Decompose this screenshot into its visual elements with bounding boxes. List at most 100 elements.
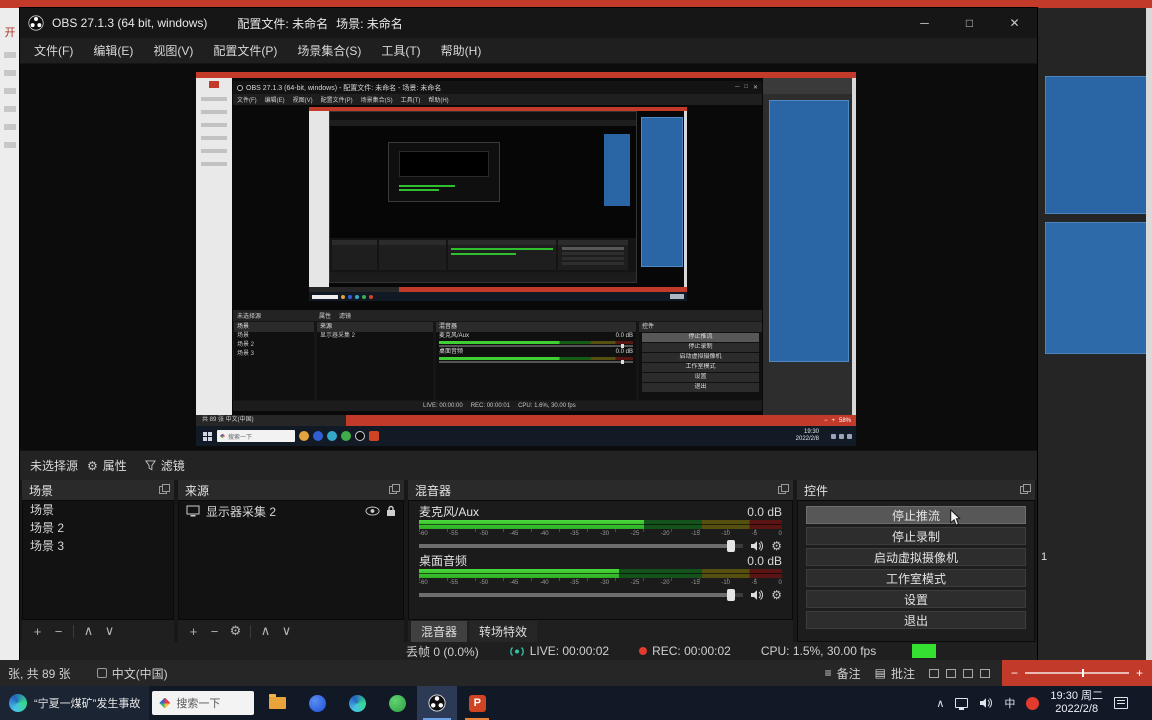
- mini-exit-button: 退出: [642, 383, 759, 392]
- slideshow-icon[interactable]: [980, 668, 990, 678]
- mic-settings-gear-icon[interactable]: ⚙: [771, 539, 782, 553]
- taskbar-search-box[interactable]: 搜索一下: [152, 691, 255, 715]
- menu-file[interactable]: 文件(F): [24, 42, 83, 59]
- source-down-button[interactable]: ∨: [276, 623, 297, 639]
- source-row[interactable]: 显示器采集 2: [179, 501, 403, 521]
- scene-down-button[interactable]: ∨: [99, 623, 120, 639]
- popout-icon[interactable]: [1020, 484, 1031, 494]
- db-scale: -60 -55 -50 -45 -40 -35 -30 -25 -20 -15 -10 -5 0: [419, 578, 782, 587]
- scene-row[interactable]: 场景 3: [23, 537, 173, 555]
- network-icon[interactable]: [955, 698, 969, 710]
- mini-statusbar: LIVE: 00:00:00 REC: 00:00:01 CPU: 1.6%, …: [233, 401, 762, 411]
- scenes-header[interactable]: 场景: [22, 480, 174, 500]
- visibility-eye-icon[interactable]: [365, 506, 380, 516]
- menu-scene-collection[interactable]: 场景集合(S): [287, 42, 371, 59]
- file-explorer-button[interactable]: [257, 686, 297, 720]
- scene-row[interactable]: 场景: [23, 501, 173, 519]
- sources-header[interactable]: 来源: [178, 480, 404, 500]
- red-tray-app-icon[interactable]: [1026, 696, 1040, 710]
- mic-volume-slider[interactable]: [419, 540, 744, 552]
- maximize-button[interactable]: □: [947, 8, 992, 38]
- remove-source-button[interactable]: −: [204, 624, 225, 639]
- mini-clock: 19:30 2022/2/8: [796, 429, 819, 443]
- menu-profile[interactable]: 配置文件(P): [203, 42, 287, 59]
- slide-thumbnail[interactable]: [1045, 76, 1147, 214]
- accessibility-icon: [96, 668, 107, 678]
- decoration: [4, 124, 16, 130]
- settings-button[interactable]: 设置: [806, 590, 1026, 608]
- speaker-icon[interactable]: [750, 540, 764, 552]
- studio-mode-button[interactable]: 工作室模式: [806, 569, 1026, 587]
- mini-menu-item: 工具(T): [400, 98, 421, 104]
- zoom-slider-handle[interactable]: [1082, 669, 1085, 677]
- language-indicator[interactable]: 中文(中国): [96, 665, 168, 682]
- mini-search-icon: [220, 433, 225, 439]
- action-center-icon[interactable]: [1114, 697, 1128, 709]
- stop-streaming-button[interactable]: 停止推流: [806, 506, 1026, 526]
- properties-button[interactable]: ⚙ 属性: [78, 454, 136, 477]
- edge-browser-button[interactable]: [337, 686, 377, 720]
- popout-icon[interactable]: [778, 484, 789, 494]
- slider-handle[interactable]: [727, 540, 736, 552]
- desktop-settings-gear-icon[interactable]: ⚙: [771, 588, 782, 602]
- controls-panel: 控件 停止推流 停止录制 启动虚拟摄像机 工作室模式 设置 退出: [797, 480, 1035, 642]
- menubar: 文件(F) 编辑(E) 视图(V) 配置文件(P) 场景集合(S) 工具(T) …: [20, 38, 1037, 64]
- obs-titlebar[interactable]: OBS 27.1.3 (64 bit, windows) 配置文件: 未命名 场…: [20, 8, 1037, 38]
- popout-icon[interactable]: [159, 484, 170, 494]
- monitor-icon: [186, 505, 200, 517]
- add-source-button[interactable]: +: [183, 624, 204, 639]
- comments-button[interactable]: ▤ 批注: [875, 665, 915, 682]
- notes-button[interactable]: ≡ 备注: [825, 665, 861, 682]
- powerpoint-taskbar-button[interactable]: P: [457, 686, 497, 720]
- menu-tools[interactable]: 工具(T): [371, 42, 430, 59]
- scene-up-button[interactable]: ∧: [78, 623, 99, 639]
- menu-help[interactable]: 帮助(H): [431, 42, 492, 59]
- popout-icon[interactable]: [389, 484, 400, 494]
- reading-view-icon[interactable]: [963, 668, 973, 678]
- scrollbar[interactable]: [1146, 8, 1152, 660]
- decoration: [763, 78, 856, 94]
- mini-taskbar: 搜索一下 19:30 2022/2/8: [196, 426, 856, 446]
- zoom-in-button[interactable]: +: [1136, 666, 1143, 680]
- app-button-green[interactable]: [377, 686, 417, 720]
- speaker-icon[interactable]: [750, 589, 764, 601]
- scene-row[interactable]: 场景 2: [23, 519, 173, 537]
- zoom-out-button[interactable]: −: [1011, 666, 1018, 680]
- slide-thumbnail[interactable]: [1045, 222, 1147, 354]
- remove-scene-button[interactable]: −: [48, 624, 69, 639]
- mini-preview-canvas: [233, 105, 762, 310]
- zoom-slider[interactable]: [1025, 669, 1129, 677]
- taskbar-clock[interactable]: 19:30 周二 2022/2/8: [1050, 690, 1103, 716]
- menu-view[interactable]: 视图(V): [143, 42, 203, 59]
- source-properties-gear-icon[interactable]: ⚙: [225, 623, 246, 639]
- tab-scene-transitions[interactable]: 转场特效: [469, 620, 538, 642]
- slider-handle[interactable]: [727, 589, 736, 601]
- menu-edit[interactable]: 编辑(E): [83, 42, 143, 59]
- source-up-button[interactable]: ∧: [255, 623, 276, 639]
- controls-header[interactable]: 控件: [797, 480, 1035, 500]
- slide-sorter-icon[interactable]: [946, 668, 956, 678]
- add-scene-button[interactable]: +: [27, 624, 48, 639]
- minimize-button[interactable]: ─: [902, 8, 947, 38]
- hidden-icons-chevron[interactable]: ∧: [936, 697, 944, 710]
- exit-button[interactable]: 退出: [806, 611, 1026, 629]
- close-button[interactable]: ✕: [992, 8, 1037, 38]
- obs-taskbar-button[interactable]: [417, 686, 458, 720]
- decoration: [201, 97, 227, 101]
- mixer-header[interactable]: 混音器: [408, 480, 793, 500]
- notes-icon: ≡: [824, 666, 832, 680]
- start-virtual-camera-button[interactable]: 启动虚拟摄像机: [806, 548, 1026, 566]
- tab-mixer[interactable]: 混音器: [411, 620, 468, 642]
- lock-icon[interactable]: [386, 505, 396, 517]
- filters-button[interactable]: 滤镜: [136, 454, 194, 477]
- tray-speaker-icon[interactable]: [979, 697, 993, 709]
- news-widget[interactable]: “宁夏一煤矿”发生事故: [0, 686, 150, 720]
- desktop-volume-slider[interactable]: [419, 589, 744, 601]
- stop-recording-button[interactable]: 停止录制: [806, 527, 1026, 545]
- preview-canvas[interactable]: OBS 27.1.3 (64-bit, windows) - 配置文件: 未命名…: [20, 64, 1037, 450]
- app-button-blue[interactable]: [297, 686, 337, 720]
- normal-view-icon[interactable]: [929, 668, 939, 678]
- mini-scene-row: 场景: [237, 333, 250, 339]
- ime-indicator[interactable]: 中: [1004, 695, 1015, 711]
- mini-virtual-cam-button: 启动虚拟摄像机: [642, 353, 759, 362]
